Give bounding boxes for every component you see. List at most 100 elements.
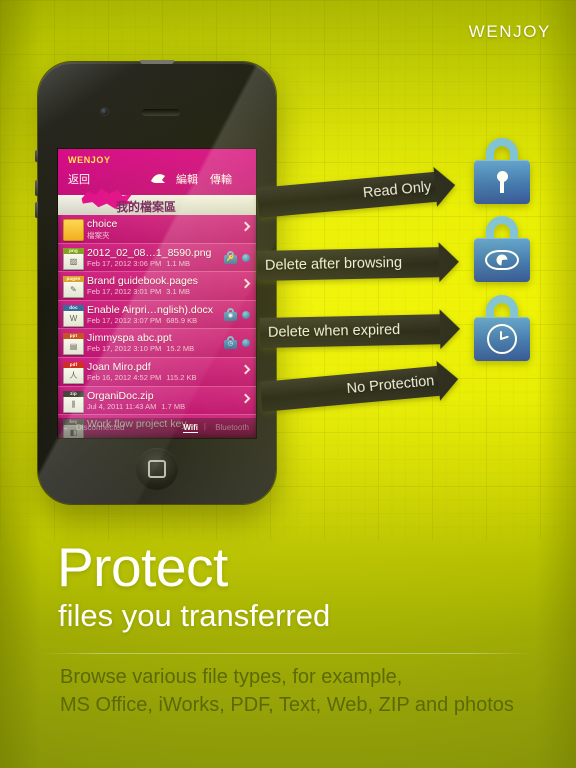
- file-date: Feb 17, 2012 3:01 PM: [87, 287, 162, 297]
- file-date: Feb 17, 2012 3:07 PM: [87, 315, 162, 325]
- status-dot: [242, 339, 250, 348]
- list-item[interactable]: choice 檔案夾: [58, 215, 256, 244]
- lock-clock-icon: ◷: [224, 336, 237, 350]
- bluetooth-tab[interactable]: Bluetooth: [215, 423, 249, 432]
- chevron-right-icon: [240, 278, 251, 289]
- callout-label: Read Only: [362, 179, 433, 202]
- screen-title-bar: 我的檔案區: [58, 188, 256, 215]
- divider: [40, 653, 532, 654]
- chevron-right-icon: [240, 364, 251, 375]
- headline: Protect: [57, 536, 228, 598]
- list-item[interactable]: pdf 人 Joan Miro.pdf Feb 16, 2012 4:52 PM 1…: [58, 357, 256, 387]
- file-name: Joan Miro.pdf: [87, 360, 151, 373]
- callout-delete-after-browsing: Delete after browsing: [256, 241, 460, 283]
- status-dot: [242, 310, 250, 319]
- silent-switch[interactable]: [35, 150, 38, 162]
- iphone-mockup: WENJOY 返回 編輯 傳輸 我的檔案區 choice 檔案夾 png ▨ 2…: [35, 60, 276, 504]
- callout-body: Delete after browsing: [256, 247, 444, 281]
- lock-keyhole-icon: [474, 138, 530, 204]
- status-separator: |: [203, 422, 206, 431]
- file-name: choice: [87, 218, 118, 230]
- arrow-tip: [436, 359, 460, 401]
- lock-eye-icon: ◉: [224, 307, 237, 321]
- folder-icon: [63, 219, 84, 241]
- file-date: Jul 4, 2011 11:43 AM: [87, 401, 157, 411]
- file-name: Enable Airpri…nglish).docx: [87, 303, 214, 316]
- file-meta: Feb 17, 2012 3:06 PM 1.1 MB: [87, 259, 195, 268]
- app-navigation-bar: WENJOY 返回 編輯 傳輸: [58, 149, 256, 195]
- back-button[interactable]: 返回: [68, 171, 90, 187]
- arrow-tip: [433, 165, 457, 207]
- list-item[interactable]: pages ✎ Brand guidebook.pages Feb 17, 201…: [58, 272, 256, 301]
- callout-body: Read Only: [256, 171, 441, 218]
- file-date: 檔案夾: [87, 231, 110, 240]
- front-camera-icon: [101, 108, 108, 115]
- file-meta: Jul 4, 2011 11:43 AM 1.7 MB: [87, 402, 190, 411]
- file-date: Feb 16, 2012 4:52 PM: [87, 372, 162, 382]
- connection-status-text: Disconnected: [76, 423, 125, 432]
- callout-label: Delete when expired: [267, 322, 401, 341]
- volume-down-button[interactable]: [35, 202, 38, 218]
- page-title: 我的檔案區: [116, 200, 177, 214]
- phone-top-notch: [140, 60, 174, 64]
- subheadline: files you transferred: [58, 598, 331, 633]
- arrow-up-icon-svg: [151, 174, 165, 183]
- docx-file-icon: doc W: [63, 304, 84, 327]
- callout-body: No Protection: [259, 365, 444, 412]
- file-name: Jimmyspa abc.ppt: [87, 332, 172, 345]
- chevron-right-icon: [240, 393, 251, 404]
- file-meta: Feb 17, 2012 3:10 PM 15.2 MB: [87, 344, 199, 353]
- file-list[interactable]: choice 檔案夾 png ▨ 2012_02_08…1_8590.png Fe…: [58, 215, 256, 438]
- png-file-icon: png ▨: [63, 247, 84, 270]
- list-item[interactable]: doc W Enable Airpri…nglish).docx Feb 17, …: [58, 300, 256, 330]
- list-item[interactable]: zip ⫼ OrganiDoc.zip Jul 4, 2011 11:43 AM 1…: [58, 386, 256, 416]
- status-dot: [242, 253, 250, 262]
- keyhole-icon: [474, 160, 530, 204]
- eye-icon: [474, 238, 530, 282]
- clock-icon: [474, 317, 530, 361]
- body-line-2: MS Office, iWorks, PDF, Text, Web, ZIP a…: [60, 694, 514, 716]
- chevron-right-icon: [240, 221, 251, 232]
- file-name: 2012_02_08…1_8590.png: [87, 246, 212, 259]
- file-meta: Feb 17, 2012 3:07 PM 685.9 KB: [87, 316, 202, 325]
- callout-no-protection: No Protection: [259, 359, 460, 412]
- lock-clock-icon: [474, 295, 530, 361]
- file-size: 685.9 KB: [166, 315, 198, 325]
- home-button[interactable]: [136, 448, 178, 490]
- brand-logo: WENJOY: [468, 22, 551, 41]
- ppt-file-icon: ppt ▤: [63, 333, 84, 356]
- file-date: Feb 17, 2012 3:10 PM: [87, 344, 162, 354]
- file-name: OrganiDoc.zip: [87, 389, 154, 402]
- file-date: Feb 17, 2012 3:06 PM: [87, 258, 162, 268]
- transfer-button[interactable]: 傳輸: [210, 171, 232, 187]
- file-meta: 檔案夾: [87, 230, 115, 241]
- arrow-tip: [439, 308, 461, 350]
- edit-button[interactable]: 編輯: [176, 171, 198, 187]
- zip-file-icon: zip ⫼: [63, 390, 84, 413]
- lock-keyhole-icon: 🔑: [224, 250, 237, 264]
- callout-label: No Protection: [346, 373, 436, 398]
- wifi-tab[interactable]: Wifi: [183, 423, 198, 433]
- file-size: 115.2 KB: [166, 372, 197, 382]
- list-item[interactable]: png ▨ 2012_02_08…1_8590.png Feb 17, 2012 …: [58, 243, 256, 273]
- poster-canvas: WENJOY WENJOY 返回 編輯 傳輸 我的檔案區 choice 檔案夾 …: [0, 0, 576, 768]
- file-name: Brand guidebook.pages: [87, 275, 198, 288]
- callout-read-only: Read Only: [256, 165, 457, 218]
- file-meta: Feb 16, 2012 4:52 PM 115.2 KB: [87, 373, 202, 382]
- file-size: 1.7 MB: [161, 401, 186, 411]
- callout-body: Delete when expired: [259, 314, 445, 348]
- earpiece-speaker: [142, 109, 180, 115]
- app-brand-label: WENJOY: [68, 155, 111, 165]
- lock-eye-icon: [474, 216, 530, 282]
- pdf-file-icon: pdf 人: [63, 361, 84, 384]
- body-line-1: Browse various file types, for example,: [60, 666, 403, 688]
- list-item[interactable]: ppt ▤ Jimmyspa abc.ppt Feb 17, 2012 3:10 …: [58, 329, 256, 358]
- pages-file-icon: pages ✎: [63, 276, 84, 299]
- callout-delete-when-expired: Delete when expired: [259, 308, 461, 350]
- file-meta: Feb 17, 2012 3:01 PM 3.1 MB: [87, 287, 195, 296]
- file-size: 15.2 MB: [166, 344, 195, 354]
- callout-label: Delete after browsing: [264, 254, 403, 274]
- arrow-tip: [438, 241, 460, 283]
- volume-up-button[interactable]: [35, 180, 38, 196]
- wifi-icon: ⌁: [63, 424, 68, 433]
